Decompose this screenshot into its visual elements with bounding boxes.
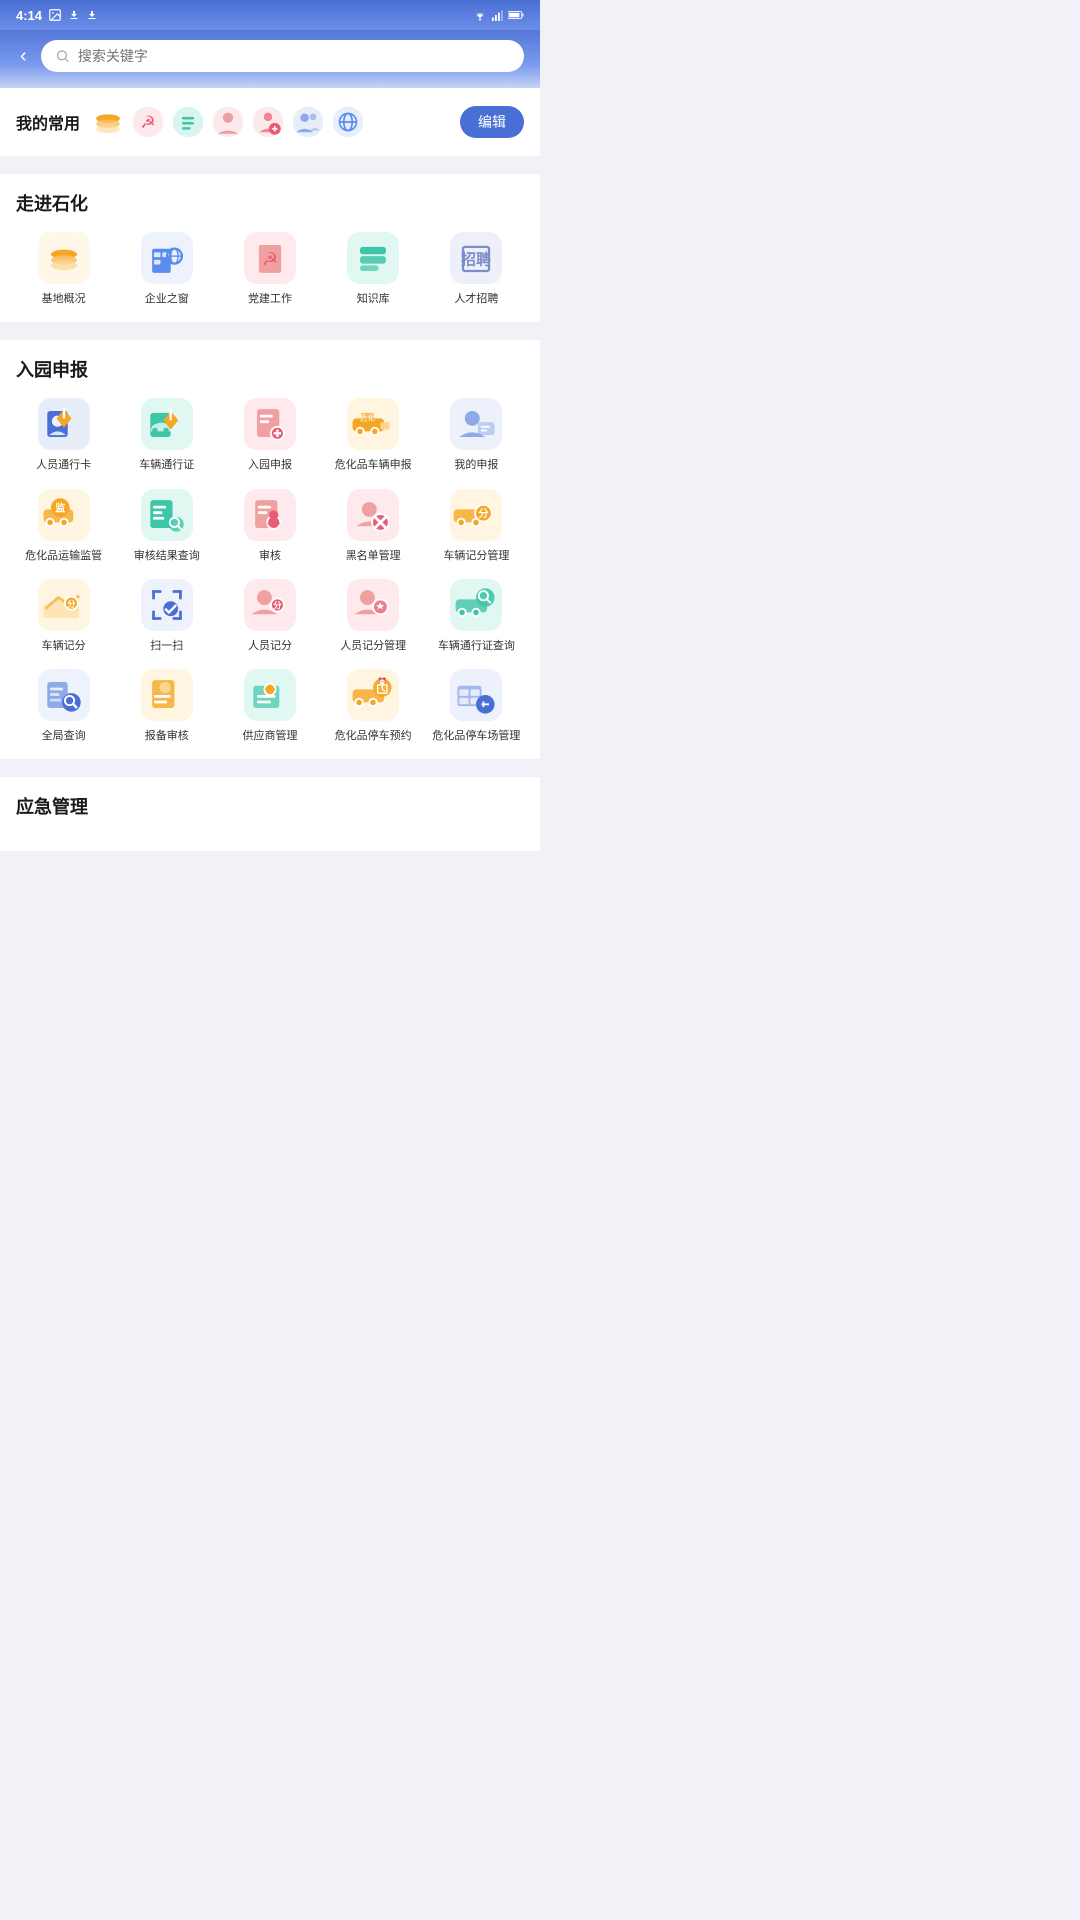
label-person-card: 人员通行卡 bbox=[36, 458, 91, 472]
label-person-score-mgmt: 人员记分管理 bbox=[340, 639, 406, 653]
svg-text:招聘: 招聘 bbox=[462, 251, 492, 269]
item-hazmat-car[interactable]: 危化 危化品车辆申报 bbox=[326, 398, 421, 472]
divider-2 bbox=[0, 332, 540, 340]
item-global-query[interactable]: 全局查询 bbox=[16, 669, 111, 743]
battery-icon bbox=[508, 8, 524, 22]
item-person-card[interactable]: 人员通行卡 bbox=[16, 398, 111, 472]
my-common-section: 我的常用 ☭ bbox=[0, 88, 540, 156]
common-icon-4[interactable] bbox=[210, 104, 246, 140]
svg-text:☭: ☭ bbox=[140, 113, 155, 132]
label-blacklist: 黑名单管理 bbox=[346, 549, 401, 563]
zoujin-grid: 基地概况 企业之窗 ☭ 党建工作 知识库 招聘 人才招聘 bbox=[16, 232, 524, 306]
item-report-audit[interactable]: 报备审核 bbox=[119, 669, 214, 743]
item-supplier-mgmt[interactable]: 供应商管理 bbox=[222, 669, 317, 743]
item-car-pass-query[interactable]: 车辆通行证查询 bbox=[429, 579, 524, 653]
svg-text:☭: ☭ bbox=[262, 248, 279, 269]
item-knowledge[interactable]: 知识库 bbox=[326, 232, 421, 306]
common-icon-5[interactable] bbox=[250, 104, 286, 140]
item-hazmat-transport[interactable]: 监 危化品运输监管 bbox=[16, 489, 111, 563]
my-common-title: 我的常用 bbox=[16, 110, 80, 134]
yingji-section: 应急管理 bbox=[0, 777, 540, 851]
item-enterprise[interactable]: 企业之窗 bbox=[119, 232, 214, 306]
label-audit: 审核 bbox=[259, 549, 281, 563]
image-icon bbox=[48, 8, 62, 22]
divider-1 bbox=[0, 166, 540, 174]
label-person-score: 人员记分 bbox=[248, 639, 292, 653]
svg-text:分: 分 bbox=[273, 601, 282, 611]
common-icon-1[interactable] bbox=[90, 104, 126, 140]
label-my-apply: 我的申报 bbox=[454, 458, 498, 472]
label-car-score-mgmt: 车辆记分管理 bbox=[443, 549, 509, 563]
item-person-score[interactable]: 分 人员记分 bbox=[222, 579, 317, 653]
back-button[interactable]: ‹ bbox=[16, 41, 31, 72]
label-enterprise: 企业之窗 bbox=[145, 292, 189, 306]
label-party: 党建工作 bbox=[248, 292, 292, 306]
item-my-apply[interactable]: 我的申报 bbox=[429, 398, 524, 472]
search-icon bbox=[55, 48, 70, 64]
item-blacklist[interactable]: 黑名单管理 bbox=[326, 489, 421, 563]
label-supplier-mgmt: 供应商管理 bbox=[242, 729, 297, 743]
yingji-title: 应急管理 bbox=[16, 793, 524, 819]
edit-button[interactable]: 编辑 bbox=[460, 106, 524, 138]
ruyuan-title: 入园申报 bbox=[16, 356, 524, 382]
label-entry-apply: 入园申报 bbox=[248, 458, 292, 472]
divider-3 bbox=[0, 769, 540, 777]
svg-text:危化: 危化 bbox=[360, 413, 375, 423]
item-scan[interactable]: 扫一扫 bbox=[119, 579, 214, 653]
time-display: 4:14 bbox=[16, 8, 42, 23]
svg-text:分: 分 bbox=[67, 599, 76, 609]
label-car-pass-query: 车辆通行证查询 bbox=[438, 639, 515, 653]
item-hazmat-park-mgmt[interactable]: 危化品停车场管理 bbox=[429, 669, 524, 743]
label-car-pass: 车辆通行证 bbox=[139, 458, 194, 472]
label-base: 基地概况 bbox=[42, 292, 86, 306]
common-icon-3[interactable] bbox=[170, 104, 206, 140]
label-hazmat-car: 危化品车辆申报 bbox=[335, 458, 412, 472]
common-icons: ☭ bbox=[90, 104, 450, 140]
label-hazmat-park-reserve: 危化品停车预约 bbox=[335, 729, 412, 743]
header: ‹ bbox=[0, 30, 540, 88]
label-global-query: 全局查询 bbox=[42, 729, 86, 743]
zoujin-title: 走进石化 bbox=[16, 190, 524, 216]
zoujin-section: 走进石化 基地概况 企业之窗 ☭ 党建工作 知识库 招聘 人才招聘 bbox=[0, 174, 540, 322]
label-car-score: 车辆记分 bbox=[42, 639, 86, 653]
common-icon-2[interactable]: ☭ bbox=[130, 104, 166, 140]
label-hazmat-park-mgmt: 危化品停车场管理 bbox=[432, 729, 520, 743]
item-entry-apply[interactable]: 入园申报 bbox=[222, 398, 317, 472]
ruyuan-section: 入园申报 人员通行卡 车辆通行证 入园申报 危化 危化品车辆申报 我的申报 bbox=[0, 340, 540, 759]
signal-icon bbox=[492, 8, 504, 22]
wifi-icon bbox=[472, 9, 488, 21]
ruyuan-grid: 人员通行卡 车辆通行证 入园申报 危化 危化品车辆申报 我的申报 监 危化品运输… bbox=[16, 398, 524, 743]
item-hazmat-park-reserve[interactable]: ⏰ 危化品停车预约 bbox=[326, 669, 421, 743]
label-report-audit: 报备审核 bbox=[145, 729, 189, 743]
item-audit-query[interactable]: 审核结果查询 bbox=[119, 489, 214, 563]
svg-text:监: 监 bbox=[55, 501, 65, 514]
label-knowledge: 知识库 bbox=[357, 292, 390, 306]
item-party[interactable]: ☭ 党建工作 bbox=[222, 232, 317, 306]
svg-text:分: 分 bbox=[479, 506, 490, 519]
label-recruit: 人才招聘 bbox=[454, 292, 498, 306]
search-bar[interactable] bbox=[41, 40, 524, 72]
label-scan: 扫一扫 bbox=[150, 639, 183, 653]
item-audit[interactable]: 审核 bbox=[222, 489, 317, 563]
label-hazmat-transport: 危化品运输监管 bbox=[25, 549, 102, 563]
item-car-score-mgmt[interactable]: 分 车辆记分管理 bbox=[429, 489, 524, 563]
status-bar: 4:14 bbox=[0, 0, 540, 30]
download-icon bbox=[68, 8, 80, 22]
search-input[interactable] bbox=[78, 48, 510, 64]
item-recruit[interactable]: 招聘 人才招聘 bbox=[429, 232, 524, 306]
item-base[interactable]: 基地概况 bbox=[16, 232, 111, 306]
item-person-score-mgmt[interactable]: 人员记分管理 bbox=[326, 579, 421, 653]
status-icons bbox=[472, 8, 524, 22]
download2-icon bbox=[86, 8, 98, 22]
status-time: 4:14 bbox=[16, 8, 98, 23]
common-icon-6[interactable] bbox=[290, 104, 326, 140]
common-icon-7[interactable] bbox=[330, 104, 366, 140]
item-car-score[interactable]: 分 车辆记分 bbox=[16, 579, 111, 653]
label-audit-query: 审核结果查询 bbox=[134, 549, 200, 563]
item-car-pass[interactable]: 车辆通行证 bbox=[119, 398, 214, 472]
